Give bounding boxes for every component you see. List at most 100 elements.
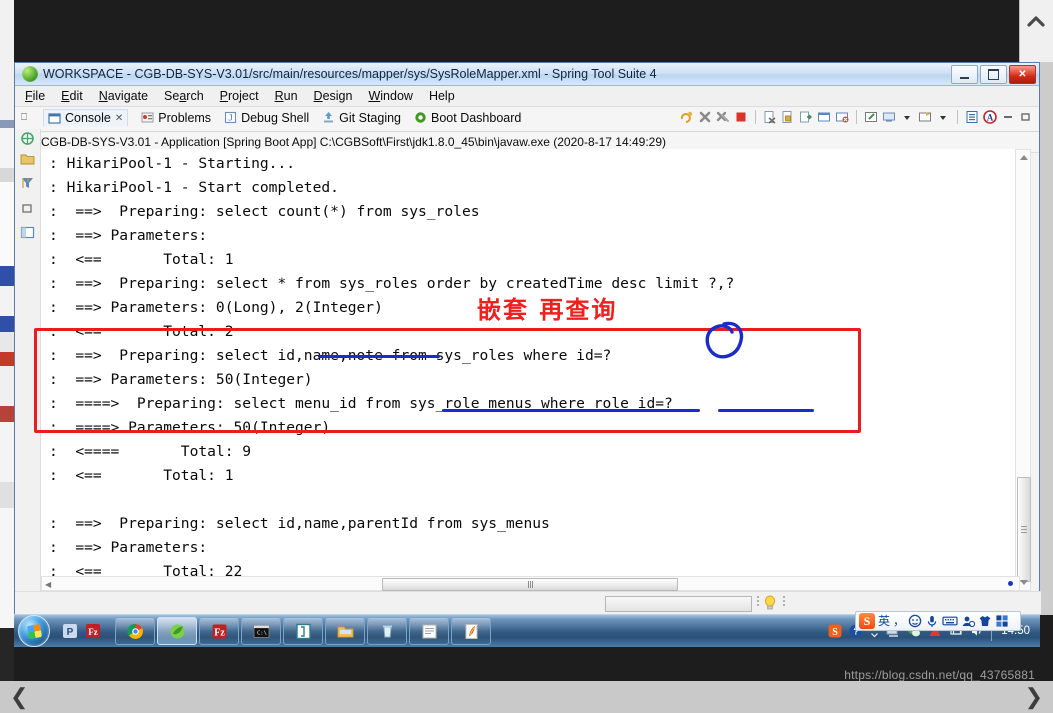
- pdf-icon: [465, 623, 477, 639]
- toolbar-separator: [755, 110, 756, 124]
- console-output-area[interactable]: : HikariPool-1 - Starting... : HikariPoo…: [41, 149, 1020, 591]
- ime-punctuation-mode[interactable]: ，: [893, 615, 905, 627]
- tab-problems[interactable]: Problems: [141, 111, 211, 125]
- svg-text:Fz: Fz: [214, 627, 225, 638]
- window-title: WORKSPACE - CGB-DB-SYS-V3.01/src/main/re…: [43, 67, 657, 81]
- display-selected-console-icon[interactable]: [882, 110, 896, 124]
- restore-icon: [988, 69, 999, 80]
- tab-console-close-icon[interactable]: ✕: [115, 113, 123, 124]
- taskbar-chrome-button[interactable]: [115, 617, 155, 645]
- console-vertical-scrollbar[interactable]: [1015, 149, 1031, 591]
- status-progress-field: [605, 596, 752, 612]
- tab-boot-dashboard[interactable]: Boot Dashboard: [414, 111, 521, 125]
- maximize-view-icon[interactable]: [1019, 110, 1033, 124]
- filter-rail-icon[interactable]: [20, 175, 35, 190]
- minimize-view-icon[interactable]: [1001, 110, 1015, 124]
- menu-help[interactable]: Help: [429, 89, 455, 103]
- taskbar-pdf-button[interactable]: [451, 617, 491, 645]
- close-button[interactable]: ✕: [1009, 65, 1036, 84]
- svg-text:J: J: [228, 114, 233, 123]
- toolbar-separator: [856, 110, 857, 124]
- taskbar-explorer-button[interactable]: [325, 617, 365, 645]
- tab-console[interactable]: Console ✕: [43, 109, 129, 126]
- taskbar-buttons: Fz C:\: [115, 617, 491, 645]
- emoji-panel-icon[interactable]: [908, 614, 922, 628]
- taskbar-notepad-button[interactable]: [409, 617, 449, 645]
- view-restore-icon[interactable]: ⎕: [21, 112, 27, 123]
- sogou-ime-tray-icon[interactable]: S: [828, 624, 842, 638]
- menu-window[interactable]: Window: [368, 89, 412, 103]
- notepad-icon: [422, 624, 436, 638]
- filezilla-icon[interactable]: Fz: [85, 623, 101, 639]
- terminate-all-icon[interactable]: [716, 110, 730, 124]
- restore-button[interactable]: [980, 65, 1007, 84]
- filezilla-window-icon: Fz: [212, 624, 226, 638]
- minimize-button[interactable]: [951, 65, 978, 84]
- next-image-button[interactable]: ❯: [1015, 686, 1053, 708]
- tab-debug-shell[interactable]: J Debug Shell: [224, 111, 309, 125]
- outline-rail-icon[interactable]: [20, 225, 35, 240]
- remove-launch-icon[interactable]: [763, 110, 777, 124]
- taskbar-sts-button[interactable]: [157, 617, 197, 645]
- tab-git-staging[interactable]: Git Staging: [322, 111, 401, 125]
- toolbox-icon[interactable]: [995, 614, 1009, 628]
- menu-run[interactable]: Run: [275, 89, 298, 103]
- display-dropdown-icon[interactable]: [900, 110, 914, 124]
- svg-text:S: S: [832, 627, 838, 638]
- taskbar-cmd-button[interactable]: C:\: [241, 617, 281, 645]
- view-menu-icon[interactable]: [965, 110, 979, 124]
- taskbar-filezilla-button[interactable]: Fz: [199, 617, 239, 645]
- terminate-icon[interactable]: [698, 110, 712, 124]
- start-orb-icon[interactable]: [18, 615, 50, 647]
- menu-navigate[interactable]: Navigate: [99, 89, 148, 103]
- scrollbar-thumb[interactable]: [1017, 477, 1031, 582]
- underline-sys-role-menus: [442, 409, 700, 412]
- scroll-down-icon[interactable]: [1019, 579, 1029, 587]
- sogou-logo-icon[interactable]: S: [859, 613, 875, 629]
- recycle-bin-icon: [382, 625, 392, 637]
- console-horizontal-scrollbar[interactable]: ◀: [41, 576, 1020, 591]
- svg-text:C:\: C:\: [257, 630, 267, 636]
- menubar: File Edit Navigate Search Project Run De…: [15, 86, 1039, 107]
- problems-icon: [141, 112, 154, 123]
- viewer-left-strip: [0, 0, 14, 682]
- status-dots-left: [757, 596, 759, 608]
- spring-boot-rail-icon[interactable]: [20, 131, 35, 146]
- prev-image-button[interactable]: ❮: [0, 686, 38, 708]
- menu-edit[interactable]: Edit: [61, 89, 83, 103]
- spring-tool-suite-window: WORKSPACE - CGB-DB-SYS-V3.01/src/main/re…: [14, 62, 1041, 616]
- git-staging-icon: [324, 112, 334, 123]
- tip-bulb-icon[interactable]: [763, 595, 777, 611]
- soft-keyboard-icon[interactable]: [942, 614, 958, 628]
- ime-language-mode[interactable]: 英: [878, 615, 890, 627]
- menu-project[interactable]: Project: [220, 89, 259, 103]
- relaunch-icon[interactable]: [680, 110, 694, 124]
- tab-problems-label: Problems: [158, 110, 212, 125]
- pin-console-icon[interactable]: [864, 110, 878, 124]
- taskbar-recycle-bin-button[interactable]: [367, 617, 407, 645]
- remove-all-terminated-icon[interactable]: [781, 110, 795, 124]
- underline-id-name-note: [318, 355, 440, 358]
- menu-design[interactable]: Design: [314, 89, 353, 103]
- powerpoint-icon[interactable]: P: [62, 623, 78, 639]
- scroll-left-icon[interactable]: ◀: [45, 580, 51, 589]
- word-wrap-icon[interactable]: [817, 110, 831, 124]
- menu-search[interactable]: Search: [164, 89, 204, 103]
- open-console-dropdown-icon[interactable]: [936, 110, 950, 124]
- restore-view-rail-icon[interactable]: [20, 201, 35, 216]
- voice-input-icon[interactable]: [925, 614, 939, 628]
- clear-console-icon[interactable]: [835, 110, 849, 124]
- ansi-console-icon[interactable]: A: [983, 110, 997, 124]
- skin-center-icon[interactable]: [978, 614, 992, 628]
- page-scroll-up-button[interactable]: [1019, 0, 1053, 62]
- open-console-icon[interactable]: [918, 110, 932, 124]
- taskbar-editplus-button[interactable]: [283, 617, 323, 645]
- stop-icon[interactable]: [734, 110, 748, 124]
- sogou-ime-bar: S 英 ，: [855, 611, 1021, 631]
- hscrollbar-thumb[interactable]: [382, 578, 678, 591]
- user-center-icon[interactable]: [961, 614, 976, 628]
- menu-file[interactable]: File: [25, 89, 45, 103]
- scroll-lock-icon[interactable]: [799, 110, 813, 124]
- package-explorer-rail-icon[interactable]: [20, 151, 35, 166]
- scroll-up-icon[interactable]: [1019, 153, 1029, 161]
